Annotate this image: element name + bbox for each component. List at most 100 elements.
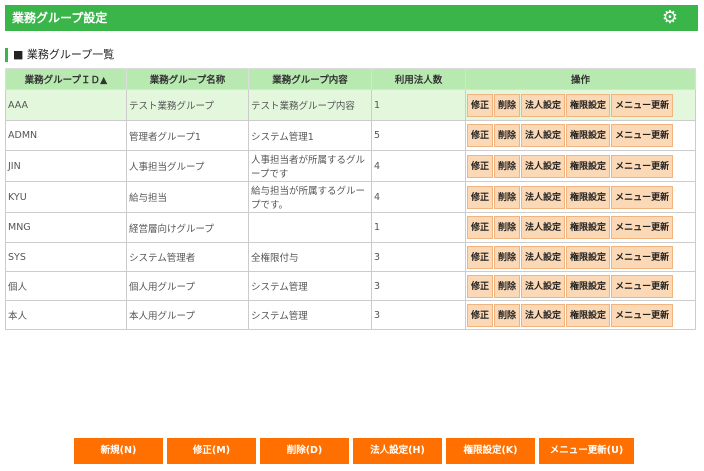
row-action-button[interactable]: 修正 [467,303,494,327]
row-action-button[interactable]: 法人設定 [521,93,566,117]
table-row[interactable]: KYU 給与担当 給与担当が所属するグループです。 4 修正 削除 法人設定 権限設定 メニュー… [5,181,696,213]
cell-desc [248,212,372,243]
cell-desc: システム管理 [248,300,372,330]
row-action-button[interactable]: 削除 [494,303,521,327]
column-header: 利用法人数 [371,68,466,90]
cell-id: SYS [5,242,127,272]
row-actions: 修正 削除 法人設定 権限設定 メニュー更新 [465,181,696,213]
cell-desc: 人事担当者が所属するグループです [248,150,372,182]
row-action-button[interactable]: 修正 [467,185,494,209]
row-action-button[interactable]: 削除 [494,216,521,239]
cell-id: KYU [5,181,127,213]
row-actions: 修正 削除 法人設定 権限設定 メニュー更新 [465,120,696,151]
row-actions: 修正 削除 法人設定 権限設定 メニュー更新 [465,212,696,243]
row-action-button[interactable]: 法人設定 [521,154,566,178]
table-row[interactable]: JIN 人事担当グループ 人事担当者が所属するグループです 4 修正 削除 法人設定 権限設定… [5,150,696,182]
row-action-button[interactable]: 法人設定 [521,124,566,147]
row-actions: 修正 削除 法人設定 権限設定 メニュー更新 [465,89,696,121]
page-header: 業務グループ設定 ⚙ [5,5,698,31]
cell-name: 給与担当 [126,181,249,213]
page-title: 業務グループ設定 [12,11,108,25]
row-action-button[interactable]: 権限設定 [566,274,611,298]
row-action-button[interactable]: メニュー更新 [611,274,674,298]
row-actions: 修正 削除 法人設定 権限設定 メニュー更新 [465,300,696,330]
cell-desc: 給与担当が所属するグループです。 [248,181,372,213]
footer-button[interactable]: 削除(D) [260,438,349,464]
row-action-button[interactable]: 修正 [467,245,494,269]
cell-id: JIN [5,150,127,182]
row-action-button[interactable]: 権限設定 [566,93,611,117]
footer-button[interactable]: 法人設定(H) [353,438,442,464]
row-actions: 修正 削除 法人設定 権限設定 メニュー更新 [465,150,696,182]
table-row[interactable]: 本人 本人用グループ システム管理 3 修正 削除 法人設定 権限設定 メニュー更新 [5,300,696,330]
row-action-button[interactable]: メニュー更新 [611,93,674,117]
cell-id: ADMN [5,120,127,151]
cell-name: 人事担当グループ [126,150,249,182]
row-action-button[interactable]: 削除 [494,124,521,147]
cell-count: 3 [371,242,466,272]
cell-count: 1 [371,212,466,243]
row-action-button[interactable]: 修正 [467,124,494,147]
row-action-button[interactable]: 法人設定 [521,303,566,327]
row-action-button[interactable]: メニュー更新 [611,303,674,327]
column-header: 業務グループ内容 [248,68,372,90]
column-header: 業務グループ名称 [126,68,249,90]
row-action-button[interactable]: 権限設定 [566,185,611,209]
table-row[interactable]: SYS システム管理者 全権限付与 3 修正 削除 法人設定 権限設定 メニュー更新 [5,242,696,272]
row-action-button[interactable]: 権限設定 [566,303,611,327]
row-action-button[interactable]: 削除 [494,154,521,178]
cell-desc: システム管理1 [248,120,372,151]
cell-count: 4 [371,181,466,213]
table-row[interactable]: ADMN 管理者グループ1 システム管理1 5 修正 削除 法人設定 権限設定 メニュー更新 [5,120,696,151]
row-actions: 修正 削除 法人設定 権限設定 メニュー更新 [465,271,696,301]
row-action-button[interactable]: 権限設定 [566,124,611,147]
row-action-button[interactable]: メニュー更新 [611,124,674,147]
row-action-button[interactable]: メニュー更新 [611,185,674,209]
row-action-button[interactable]: 権限設定 [566,154,611,178]
row-action-button[interactable]: 法人設定 [521,216,566,239]
gear-icon[interactable]: ⚙ [662,5,678,31]
row-action-button[interactable]: 修正 [467,93,494,117]
row-action-button[interactable]: 法人設定 [521,245,566,269]
footer-button[interactable]: メニュー更新(U) [539,438,634,464]
row-action-button[interactable]: 法人設定 [521,185,566,209]
row-action-button[interactable]: 削除 [494,274,521,298]
cell-id: 個人 [5,271,127,301]
row-action-button[interactable]: 削除 [494,185,521,209]
cell-id: AAA [5,89,127,121]
table-row[interactable]: 個人 個人用グループ システム管理 3 修正 削除 法人設定 権限設定 メニュー更新 [5,271,696,301]
row-action-button[interactable]: メニュー更新 [611,216,674,239]
footer-button[interactable]: 修正(M) [167,438,256,464]
cell-id: MNG [5,212,127,243]
cell-count: 4 [371,150,466,182]
column-header: 操作 [465,68,696,90]
cell-desc: システム管理 [248,271,372,301]
cell-count: 1 [371,89,466,121]
row-action-button[interactable]: メニュー更新 [611,154,674,178]
cell-name: テスト業務グループ [126,89,249,121]
footer-button[interactable]: 権限設定(K) [446,438,535,464]
row-action-button[interactable]: 修正 [467,154,494,178]
cell-name: 本人用グループ [126,300,249,330]
cell-name: 経営層向けグループ [126,212,249,243]
row-action-button[interactable]: 削除 [494,245,521,269]
row-action-button[interactable]: 権限設定 [566,216,611,239]
footer-button[interactable]: 新規(N) [74,438,163,464]
row-action-button[interactable]: 修正 [467,216,494,239]
cell-desc: 全権限付与 [248,242,372,272]
cell-count: 5 [371,120,466,151]
row-action-button[interactable]: 権限設定 [566,245,611,269]
cell-id: 本人 [5,300,127,330]
cell-name: 個人用グループ [126,271,249,301]
column-header[interactable]: 業務グループＩＤ▲ [5,68,127,90]
row-action-button[interactable]: メニュー更新 [611,245,674,269]
group-table: 業務グループＩＤ▲ 業務グループ名称 業務グループ内容 利用法人数 操作 AAA テスト業… [5,68,696,330]
cell-count: 3 [371,300,466,330]
table-row[interactable]: AAA テスト業務グループ テスト業務グループ内容 1 修正 削除 法人設定 権限設定 メニュー… [5,89,696,121]
row-action-button[interactable]: 修正 [467,274,494,298]
table-row[interactable]: MNG 経営層向けグループ 1 修正 削除 法人設定 権限設定 メニュー更新 [5,212,696,243]
row-action-button[interactable]: 法人設定 [521,274,566,298]
row-action-button[interactable]: 削除 [494,93,521,117]
row-actions: 修正 削除 法人設定 権限設定 メニュー更新 [465,242,696,272]
cell-desc: テスト業務グループ内容 [248,89,372,121]
